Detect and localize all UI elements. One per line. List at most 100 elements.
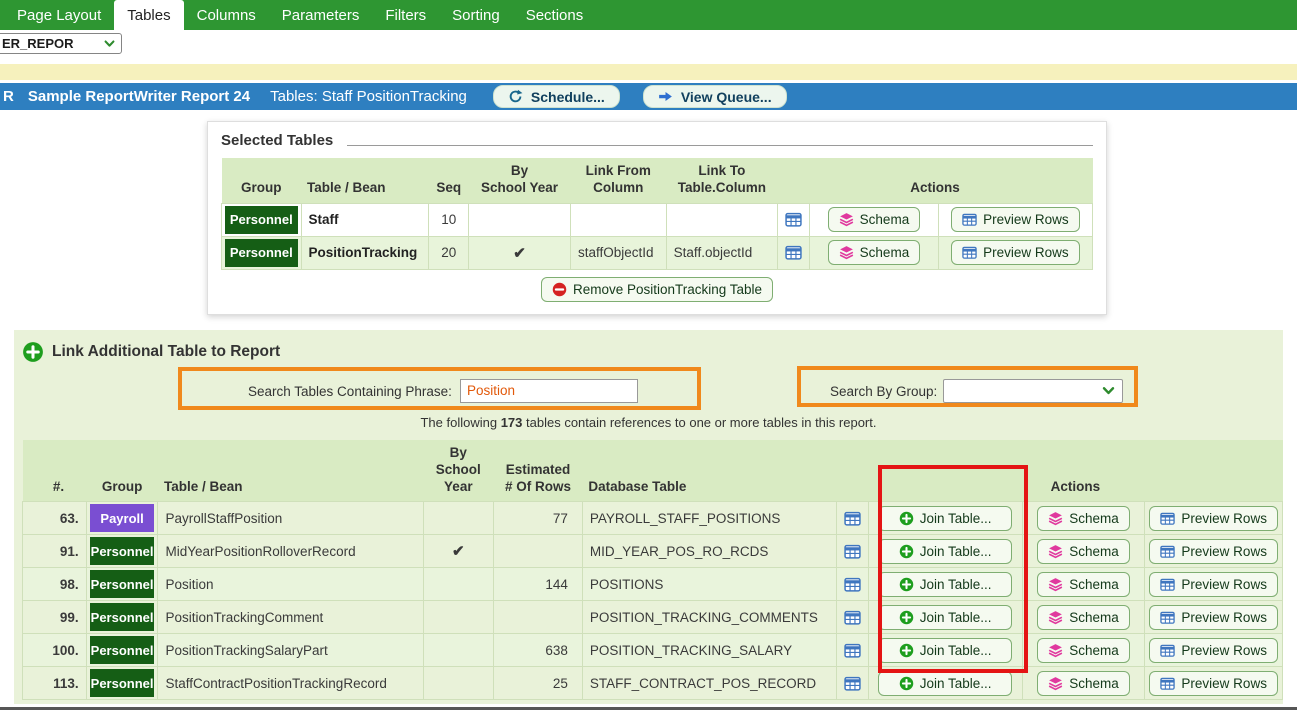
group-badge: Personnel xyxy=(225,205,298,234)
col-header-by-school-year: By School Year xyxy=(468,158,571,204)
top-nav: Page Layout Tables Columns Parameters Fi… xyxy=(0,0,1297,30)
plus-circle-icon xyxy=(899,577,914,592)
remove-table-button[interactable]: Remove PositionTracking Table xyxy=(540,276,774,302)
join-table-button[interactable]: Join Table... xyxy=(878,637,1013,663)
table-grid-icon[interactable] xyxy=(844,609,861,626)
est-rows-value: 638 xyxy=(493,633,583,668)
tab-page-layout[interactable]: Page Layout xyxy=(4,0,114,30)
by-school-year-flag xyxy=(422,600,495,635)
tab-filters[interactable]: Filters xyxy=(372,0,439,30)
preview-rows-button[interactable]: Preview Rows xyxy=(1149,505,1278,531)
join-table-button-label: Join Table... xyxy=(919,510,992,526)
col-header-num: #. xyxy=(22,439,87,502)
join-table-button[interactable]: Join Table... xyxy=(878,604,1013,630)
database-table-name: PAYROLL_STAFF_POSITIONS xyxy=(581,501,837,536)
tab-sorting[interactable]: Sorting xyxy=(439,0,513,30)
join-table-button[interactable]: Join Table... xyxy=(878,538,1013,564)
report-select[interactable]: ER_REPOR xyxy=(0,32,122,54)
selected-tables-panel: Selected Tables Group Table / Bean Seq B… xyxy=(207,121,1107,315)
view-queue-button[interactable]: View Queue... xyxy=(642,85,787,108)
est-rows-value: 77 xyxy=(493,501,583,536)
layers-icon xyxy=(1048,511,1063,526)
search-phrase-input[interactable] xyxy=(460,378,638,403)
schema-button[interactable]: Schema xyxy=(1037,505,1130,531)
table-grid-icon[interactable] xyxy=(785,211,802,228)
by-school-year-flag xyxy=(468,202,571,237)
database-table-name: POSITION_TRACKING_COMMENTS xyxy=(581,600,837,635)
table-grid-icon[interactable] xyxy=(844,510,861,527)
plus-circle-icon xyxy=(22,341,44,363)
table-grid-icon[interactable] xyxy=(844,576,861,593)
tab-tables[interactable]: Tables xyxy=(114,0,184,30)
preview-rows-button[interactable]: Preview Rows xyxy=(1149,604,1278,630)
schema-button[interactable]: Schema xyxy=(1037,538,1130,564)
by-school-year-flag: ✔ xyxy=(422,534,495,569)
join-table-button[interactable]: Join Table... xyxy=(878,505,1013,531)
layers-icon xyxy=(1048,676,1063,691)
report-title: Sample ReportWriter Report 24 xyxy=(27,88,251,105)
row-number: 113. xyxy=(22,666,87,701)
tab-parameters[interactable]: Parameters xyxy=(269,0,373,30)
schema-button[interactable]: Schema xyxy=(1037,670,1130,696)
table-grid-icon[interactable] xyxy=(785,244,802,261)
by-school-year-flag xyxy=(422,567,495,602)
selected-tables-table: Group Table / Bean Seq By School Year Li… xyxy=(221,158,1094,270)
preview-rows-button-label: Preview Rows xyxy=(1181,543,1267,559)
layers-icon xyxy=(839,245,854,260)
preview-rows-button[interactable]: Preview Rows xyxy=(1149,538,1278,564)
row-number: 91. xyxy=(22,534,87,569)
preview-rows-button-label: Preview Rows xyxy=(1181,576,1267,592)
table-bean-name: PositionTracking xyxy=(300,235,430,270)
table-grid-icon[interactable] xyxy=(844,543,861,560)
col-header-actions: Actions xyxy=(777,158,1093,204)
schema-button[interactable]: Schema xyxy=(1037,637,1130,663)
plus-circle-icon xyxy=(899,544,914,559)
preview-rows-button[interactable]: Preview Rows xyxy=(951,207,1080,233)
schema-button-label: Schema xyxy=(859,212,910,228)
by-school-year-flag xyxy=(422,633,495,668)
col-header-database-table: Database Table xyxy=(582,439,837,502)
view-queue-button-label: View Queue... xyxy=(680,88,772,105)
database-table-name: STAFF_CONTRACT_POS_RECORD xyxy=(581,666,837,701)
table-grid-icon[interactable] xyxy=(844,675,861,692)
table-bean-name: PayrollStaffPosition xyxy=(157,501,424,536)
group-badge: Personnel xyxy=(89,669,155,698)
row-number: 100. xyxy=(22,633,87,668)
join-table-button-label: Join Table... xyxy=(919,609,992,625)
schema-button-label: Schema xyxy=(859,245,910,261)
plus-circle-icon xyxy=(899,511,914,526)
table-row: 113. Personnel StaffContractPositionTrac… xyxy=(22,666,1283,701)
col-header-group: Group xyxy=(221,158,302,204)
join-table-button-label: Join Table... xyxy=(919,543,992,559)
tab-sections[interactable]: Sections xyxy=(513,0,597,30)
table-grid-icon[interactable] xyxy=(844,642,861,659)
join-table-button[interactable]: Join Table... xyxy=(878,571,1013,597)
title-bar-prefix: R xyxy=(3,88,14,105)
seq-value: 10 xyxy=(428,202,470,237)
table-row: Personnel Staff 10 Schema Preview Rows xyxy=(221,202,1094,237)
schedule-button[interactable]: Schedule... xyxy=(492,85,620,108)
row-number: 98. xyxy=(22,567,87,602)
preview-rows-button[interactable]: Preview Rows xyxy=(1149,670,1278,696)
report-context: Tables: Staff PositionTracking xyxy=(270,88,467,105)
schema-button[interactable]: Schema xyxy=(827,240,921,266)
join-table-button[interactable]: Join Table... xyxy=(878,670,1013,696)
group-badge: Personnel xyxy=(225,238,298,267)
schema-button[interactable]: Schema xyxy=(1037,604,1130,630)
table-row: 63. Payroll PayrollStaffPosition 77 PAYR… xyxy=(22,501,1283,536)
table-bean-name: PositionTrackingComment xyxy=(157,600,424,635)
group-badge: Personnel xyxy=(89,537,155,566)
schema-button[interactable]: Schema xyxy=(827,207,921,233)
search-group-select[interactable] xyxy=(943,378,1123,403)
preview-rows-button[interactable]: Preview Rows xyxy=(1149,637,1278,663)
preview-rows-button[interactable]: Preview Rows xyxy=(1149,571,1278,597)
preview-rows-button[interactable]: Preview Rows xyxy=(951,240,1080,266)
table-row: Personnel PositionTracking 20 ✔ staffObj… xyxy=(221,235,1094,270)
layers-icon xyxy=(1048,544,1063,559)
group-badge: Payroll xyxy=(89,504,155,533)
tab-columns[interactable]: Columns xyxy=(184,0,269,30)
by-school-year-flag: ✔ xyxy=(468,235,571,270)
link-from-value: staffObjectId xyxy=(569,235,667,270)
note-prefix: The following xyxy=(420,414,501,430)
schema-button[interactable]: Schema xyxy=(1037,571,1130,597)
